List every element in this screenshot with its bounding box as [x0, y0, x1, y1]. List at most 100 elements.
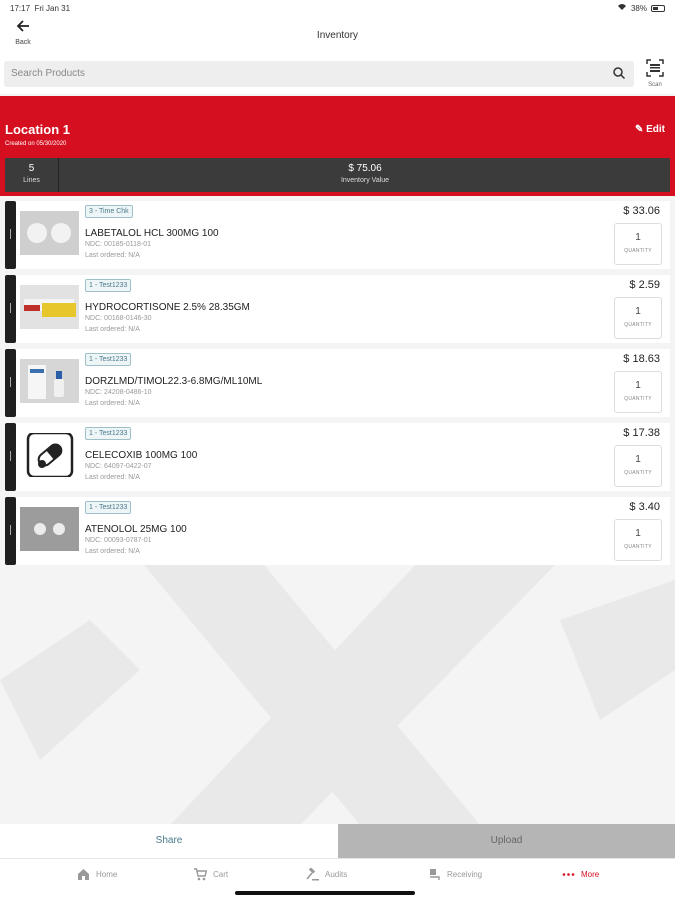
search-row: Search Products Scan	[0, 56, 675, 94]
page-title: Inventory	[316, 30, 359, 41]
tab-audits-label: Audits	[325, 870, 348, 879]
product-price: $ 3.40	[629, 501, 660, 513]
quantity-value: 1	[635, 306, 641, 317]
edit-location-button[interactable]: ✎ Edit	[635, 124, 665, 135]
quantity-label: QUANTITY	[624, 322, 652, 328]
last-ordered: Last ordered: N/A	[85, 252, 140, 259]
tab-cart[interactable]: Cart	[194, 868, 228, 881]
gavel-icon	[306, 867, 319, 881]
tab-home-label: Home	[96, 870, 118, 879]
last-ordered: Last ordered: N/A	[85, 326, 140, 333]
tab-receiving-label: Receiving	[447, 870, 483, 879]
product-price: $ 33.06	[623, 205, 660, 217]
search-input[interactable]: Search Products	[4, 61, 634, 87]
product-ndc: NDC: 00185-0118-01	[85, 241, 152, 248]
product-row[interactable]: 1 - Test1233 CELECOXIB 100MG 100 NDC: 64…	[5, 423, 670, 491]
home-indicator	[235, 891, 415, 895]
quantity-value: 1	[635, 528, 641, 539]
lines-count: 5	[28, 163, 35, 174]
quantity-label: QUANTITY	[624, 248, 652, 254]
product-ndc: NDC: 64097-0422-07	[85, 463, 152, 470]
drag-handle[interactable]	[5, 349, 16, 417]
share-button[interactable]: Share	[0, 824, 338, 858]
background-pattern	[0, 560, 675, 825]
status-time: 17:17 Fri Jan 31	[10, 4, 71, 13]
drag-handle[interactable]	[5, 201, 16, 269]
product-ndc: NDC: 00168-0146-30	[85, 315, 152, 322]
quantity-field[interactable]: 1 QUANTITY	[614, 445, 662, 487]
drag-handle[interactable]	[5, 423, 16, 491]
quantity-value: 1	[635, 232, 641, 243]
product-list: 3 - Time Chk LABETALOL HCL 300MG 100 NDC…	[5, 201, 670, 571]
product-image	[20, 359, 79, 403]
tab-home[interactable]: Home	[77, 868, 117, 881]
quantity-value: 1	[635, 380, 641, 391]
pencil-icon: ✎	[634, 124, 644, 135]
quantity-field[interactable]: 1 QUANTITY	[614, 223, 662, 265]
tab-receiving[interactable]: Receiving	[428, 868, 482, 881]
location-tag: 1 - Test1233	[85, 353, 132, 366]
product-price: $ 18.63	[623, 353, 660, 365]
quantity-label: QUANTITY	[624, 544, 652, 550]
lines-label: Lines	[23, 177, 40, 184]
product-price: $ 17.38	[623, 427, 660, 439]
location-name: Location 1	[5, 122, 71, 137]
product-row[interactable]: 1 - Test1233 HYDROCORTISONE 2.5% 28.35GM…	[5, 275, 670, 343]
location-tag: 1 - Test1233	[85, 501, 132, 514]
location-tag: 1 - Test1233	[85, 279, 132, 292]
drag-handle[interactable]	[5, 275, 16, 343]
quantity-field[interactable]: 1 QUANTITY	[614, 519, 662, 561]
quantity-label: QUANTITY	[624, 470, 652, 476]
product-image	[20, 211, 79, 255]
location-header: Location 1 Created on 05/30/2020 ✎ Edit …	[0, 96, 675, 196]
product-row[interactable]: 1 - Test1233 ATENOLOL 25MG 100 NDC: 0009…	[5, 497, 670, 565]
navigation-bar: Back Inventory	[0, 16, 675, 56]
product-name: DORZLMD/TIMOL22.3-6.8MG/ML10ML	[85, 376, 263, 387]
quantity-field[interactable]: 1 QUANTITY	[614, 371, 662, 413]
search-placeholder: Search Products	[11, 68, 85, 79]
status-bar: 17:17 Fri Jan 31 38%	[0, 0, 675, 16]
inventory-summary: 5 Lines $ 75.06 Inventory Value	[5, 158, 670, 192]
last-ordered: Last ordered: N/A	[85, 474, 140, 481]
tab-audits[interactable]: Audits	[306, 867, 348, 881]
product-image	[20, 285, 79, 329]
location-created-date: Created on 05/30/2020	[5, 141, 67, 147]
quantity-field[interactable]: 1 QUANTITY	[614, 297, 662, 339]
pill-placeholder-icon	[20, 433, 79, 477]
home-icon	[77, 868, 90, 881]
inventory-value-summary: $ 75.06 Inventory Value	[60, 158, 670, 192]
product-row[interactable]: 1 - Test1233 DORZLMD/TIMOL22.3-6.8MG/ML1…	[5, 349, 670, 417]
quantity-value: 1	[635, 454, 641, 465]
product-row[interactable]: 3 - Time Chk LABETALOL HCL 300MG 100 NDC…	[5, 201, 670, 269]
product-price: $ 2.59	[629, 279, 660, 291]
location-tag: 3 - Time Chk	[85, 205, 133, 218]
scan-button[interactable]: Scan	[643, 58, 667, 88]
product-name: HYDROCORTISONE 2.5% 28.35GM	[85, 302, 250, 313]
cart-icon	[194, 868, 208, 881]
tab-more-label: More	[581, 870, 600, 879]
quantity-label: QUANTITY	[624, 396, 652, 402]
receiving-icon	[428, 868, 441, 881]
action-row: Share Upload	[0, 824, 675, 858]
last-ordered: Last ordered: N/A	[85, 548, 140, 555]
product-name: ATENOLOL 25MG 100	[85, 524, 187, 535]
inventory-value-label: Inventory Value	[340, 177, 390, 184]
lines-summary: 5 Lines	[5, 158, 59, 192]
barcode-scan-icon	[645, 59, 665, 82]
product-image	[20, 507, 79, 551]
status-right: 38%	[617, 3, 665, 13]
product-name: CELECOXIB 100MG 100	[85, 450, 198, 461]
last-ordered: Last ordered: N/A	[85, 400, 140, 407]
location-tag: 1 - Test1233	[85, 427, 132, 440]
product-ndc: NDC: 00093-0787-01	[85, 537, 152, 544]
product-name: LABETALOL HCL 300MG 100	[85, 228, 219, 239]
drag-handle[interactable]	[5, 497, 16, 565]
upload-button[interactable]: Upload	[338, 824, 675, 858]
inventory-value: $ 75.06	[348, 163, 382, 174]
search-icon[interactable]	[612, 66, 626, 80]
tab-cart-label: Cart	[213, 870, 229, 879]
edit-label: Edit	[646, 124, 665, 135]
scan-label: Scan	[648, 82, 662, 88]
tab-more[interactable]: More	[562, 868, 599, 881]
battery-percent: 38%	[630, 3, 647, 13]
